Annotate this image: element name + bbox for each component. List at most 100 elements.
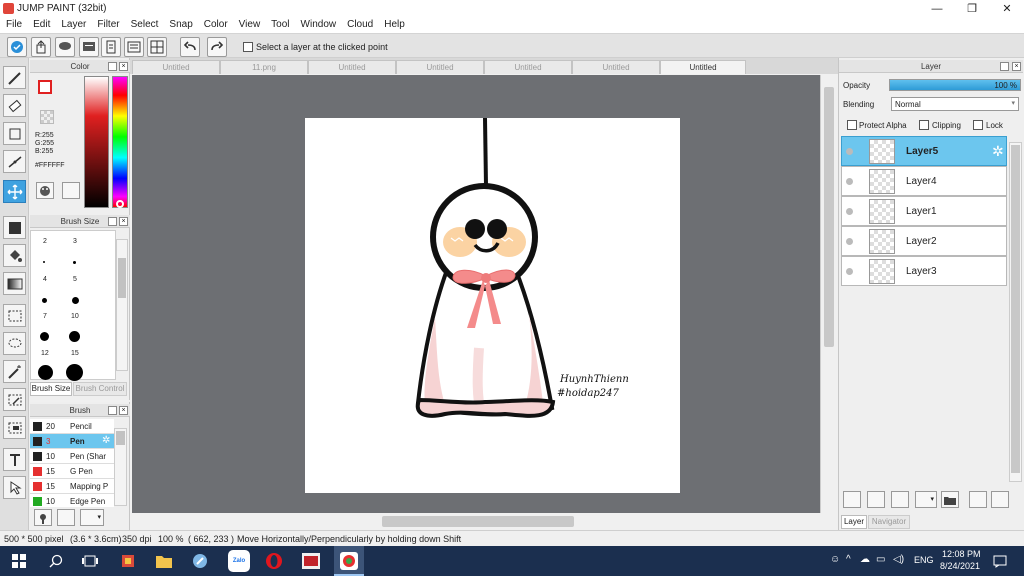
size-dot[interactable] [40,332,49,341]
tab-untitled[interactable]: Untitled [308,60,396,74]
bucket-tool-icon[interactable] [3,244,26,267]
operation-tool-icon[interactable] [3,476,26,499]
horizontal-scroll-thumb[interactable] [382,516,574,527]
clock-date[interactable]: 8/24/2021 [940,561,980,571]
brush-panel-float-icon[interactable] [108,406,117,415]
brush-size-scrollbar[interactable] [116,239,128,371]
layer-visibility-icon[interactable] [846,238,853,245]
menu-select[interactable]: Select [125,17,164,33]
color-panel-float-icon[interactable] [108,62,117,71]
foreground-color-swatch[interactable] [38,80,52,94]
size-5-label[interactable]: 5 [73,276,77,283]
layer-tab[interactable]: Layer [841,515,867,529]
tab-untitled[interactable]: Untitled [396,60,484,74]
lock-checkbox[interactable] [973,120,983,130]
select-layer-checkbox[interactable] [243,42,253,52]
protect-alpha-checkbox[interactable] [847,120,857,130]
menu-tool[interactable]: Tool [265,17,294,33]
brush-list-item[interactable]: 15 Mapping P [30,479,114,494]
layer-row-layer1[interactable]: Layer1 [841,196,1007,226]
menu-filter[interactable]: Filter [91,17,124,33]
brush-list-scrollbar[interactable] [114,428,127,506]
color-brightness-picker[interactable] [84,76,109,208]
layer-visibility-icon[interactable] [846,268,853,275]
size-10-label[interactable]: 10 [71,313,79,320]
gear-icon[interactable]: ✲ [992,143,1004,160]
zalo-icon[interactable]: Zalo [228,550,250,572]
color-history-icon[interactable] [62,182,80,199]
brush-list-item[interactable]: 3 Pen ✲ [30,434,114,449]
text-tool-icon[interactable] [3,448,26,471]
tray-app-icon[interactable]: ☁ [860,554,870,565]
menu-color[interactable]: Color [198,17,233,33]
tab-11png[interactable]: 11.png [220,60,308,74]
minimize-icon[interactable]: — [920,0,954,17]
vertical-scroll-thumb[interactable] [824,87,834,347]
menu-help[interactable]: Help [378,17,410,33]
size-dot[interactable] [42,298,47,303]
merge-layer-icon[interactable] [991,491,1009,508]
brush-size-scroll-thumb[interactable] [118,258,126,298]
select-rect-tool-icon[interactable] [3,304,26,327]
clipping-checkbox[interactable] [919,120,929,130]
grid-icon[interactable] [147,37,167,57]
canvas-vertical-scrollbar[interactable] [820,75,837,513]
cloud-icon[interactable] [7,37,27,57]
new-8bit-layer-icon[interactable] [867,491,885,508]
blending-select[interactable]: Normal ▾ [891,97,1019,111]
tab-untitled[interactable]: Untitled [572,60,660,74]
opera-icon[interactable] [264,551,284,571]
brush-control-tab[interactable]: Brush Control [73,382,127,396]
network-icon[interactable]: ▭ [876,554,885,565]
size-12-label[interactable]: 12 [41,350,49,357]
layer-menu-icon[interactable]: ▾ [915,491,937,508]
move-tool-icon[interactable] [3,180,26,203]
brush-list-item[interactable]: 15 G Pen [30,464,114,479]
new-brush-icon[interactable] [57,509,75,526]
shape-tool-icon[interactable] [3,122,26,145]
size-2-label[interactable]: 2 [43,238,47,245]
size-4-label[interactable]: 4 [43,276,47,283]
color-panel-close-icon[interactable]: × [119,62,128,71]
clock-time[interactable]: 12:08 PM [942,549,981,559]
search-icon[interactable] [46,551,66,571]
size-dot[interactable] [66,364,83,381]
app-icon[interactable] [190,551,210,571]
layer-row-layer4[interactable]: Layer4 [841,166,1007,196]
fill-rect-tool-icon[interactable] [3,216,26,239]
eraser-tool-icon[interactable] [3,94,26,117]
size-7-label[interactable]: 7 [43,313,47,320]
hue-slider[interactable] [112,76,128,208]
comment-icon[interactable] [55,37,75,57]
canvas-horizontal-scrollbar[interactable] [132,513,828,530]
hue-slider-handle[interactable] [116,200,124,208]
canvas-area[interactable]: HuynhThienn #hoidap247 [132,75,820,513]
menu-window[interactable]: Window [295,17,342,33]
size-dot[interactable] [69,331,80,342]
size-3-label[interactable]: 3 [73,238,77,245]
brush-size-close-icon[interactable]: × [119,217,128,226]
layer-visibility-icon[interactable] [846,148,853,155]
layer-visibility-icon[interactable] [846,178,853,185]
maximize-icon[interactable]: ❐ [955,0,989,17]
gradient-tool-icon[interactable] [3,272,26,295]
magic-wand-tool-icon[interactable] [3,360,26,383]
page-icon[interactable] [101,37,121,57]
layer-panel-close-icon[interactable]: × [1012,62,1021,71]
select-pen-tool-icon[interactable] [3,388,26,411]
menu-edit[interactable]: Edit [27,17,55,33]
brush-menu-icon[interactable]: ▾ [80,509,104,526]
drawing-canvas[interactable]: HuynhThienn #hoidap247 [305,118,680,493]
layer-row-layer5[interactable]: Layer5 ✲ [841,136,1007,166]
layer-list-scroll-thumb[interactable] [1011,145,1020,473]
app-icon[interactable] [118,551,138,571]
size-dot[interactable] [38,365,53,380]
menu-view[interactable]: View [233,17,266,33]
new-1bit-layer-icon[interactable] [891,491,909,508]
brush-panel-close-icon[interactable]: × [119,406,128,415]
windows-start-icon[interactable] [9,551,29,571]
layer-row-layer3[interactable]: Layer3 [841,256,1007,286]
undo-icon[interactable] [180,37,200,57]
tab-untitled[interactable]: Untitled [132,60,220,74]
close-icon[interactable]: ✕ [990,0,1024,17]
